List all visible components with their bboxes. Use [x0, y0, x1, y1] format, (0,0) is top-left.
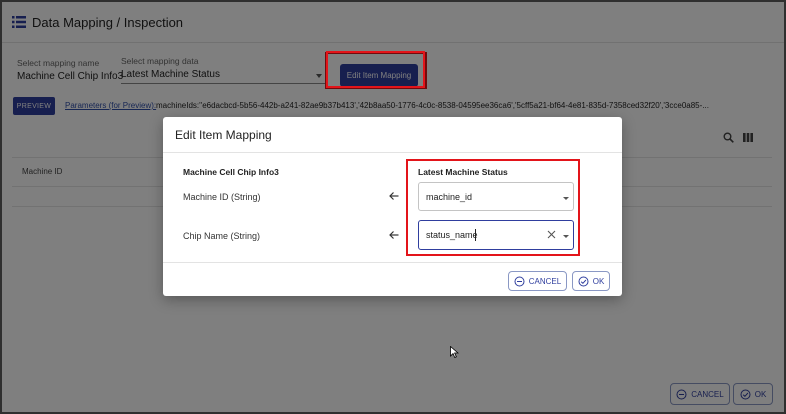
row-label-chip-name: Chip Name (String) — [183, 231, 261, 241]
arrow-left-icon — [389, 192, 399, 200]
dialog-actions-divider — [163, 262, 622, 263]
highlight-box-edit-mapping — [326, 51, 425, 88]
dialog-title: Edit Item Mapping — [175, 128, 272, 142]
edit-item-mapping-dialog: Edit Item Mapping Machine Cell Chip Info… — [163, 117, 622, 296]
dialog-title-divider — [163, 152, 622, 153]
dialog-ok-button[interactable]: OK — [572, 271, 610, 291]
mouse-pointer-icon — [450, 346, 459, 358]
highlight-box-target-mapping — [406, 159, 580, 256]
arrow-left-icon — [389, 231, 399, 239]
check-circle-icon — [578, 276, 589, 286]
row-label-machine-id: Machine ID (String) — [183, 192, 261, 202]
dialog-cancel-label: CANCEL — [528, 276, 562, 286]
dialog-cancel-button[interactable]: CANCEL — [508, 271, 567, 291]
cancel-circle-icon — [514, 276, 525, 286]
source-column-header: Machine Cell Chip Info3 — [183, 167, 279, 177]
dialog-ok-label: OK — [592, 276, 605, 286]
